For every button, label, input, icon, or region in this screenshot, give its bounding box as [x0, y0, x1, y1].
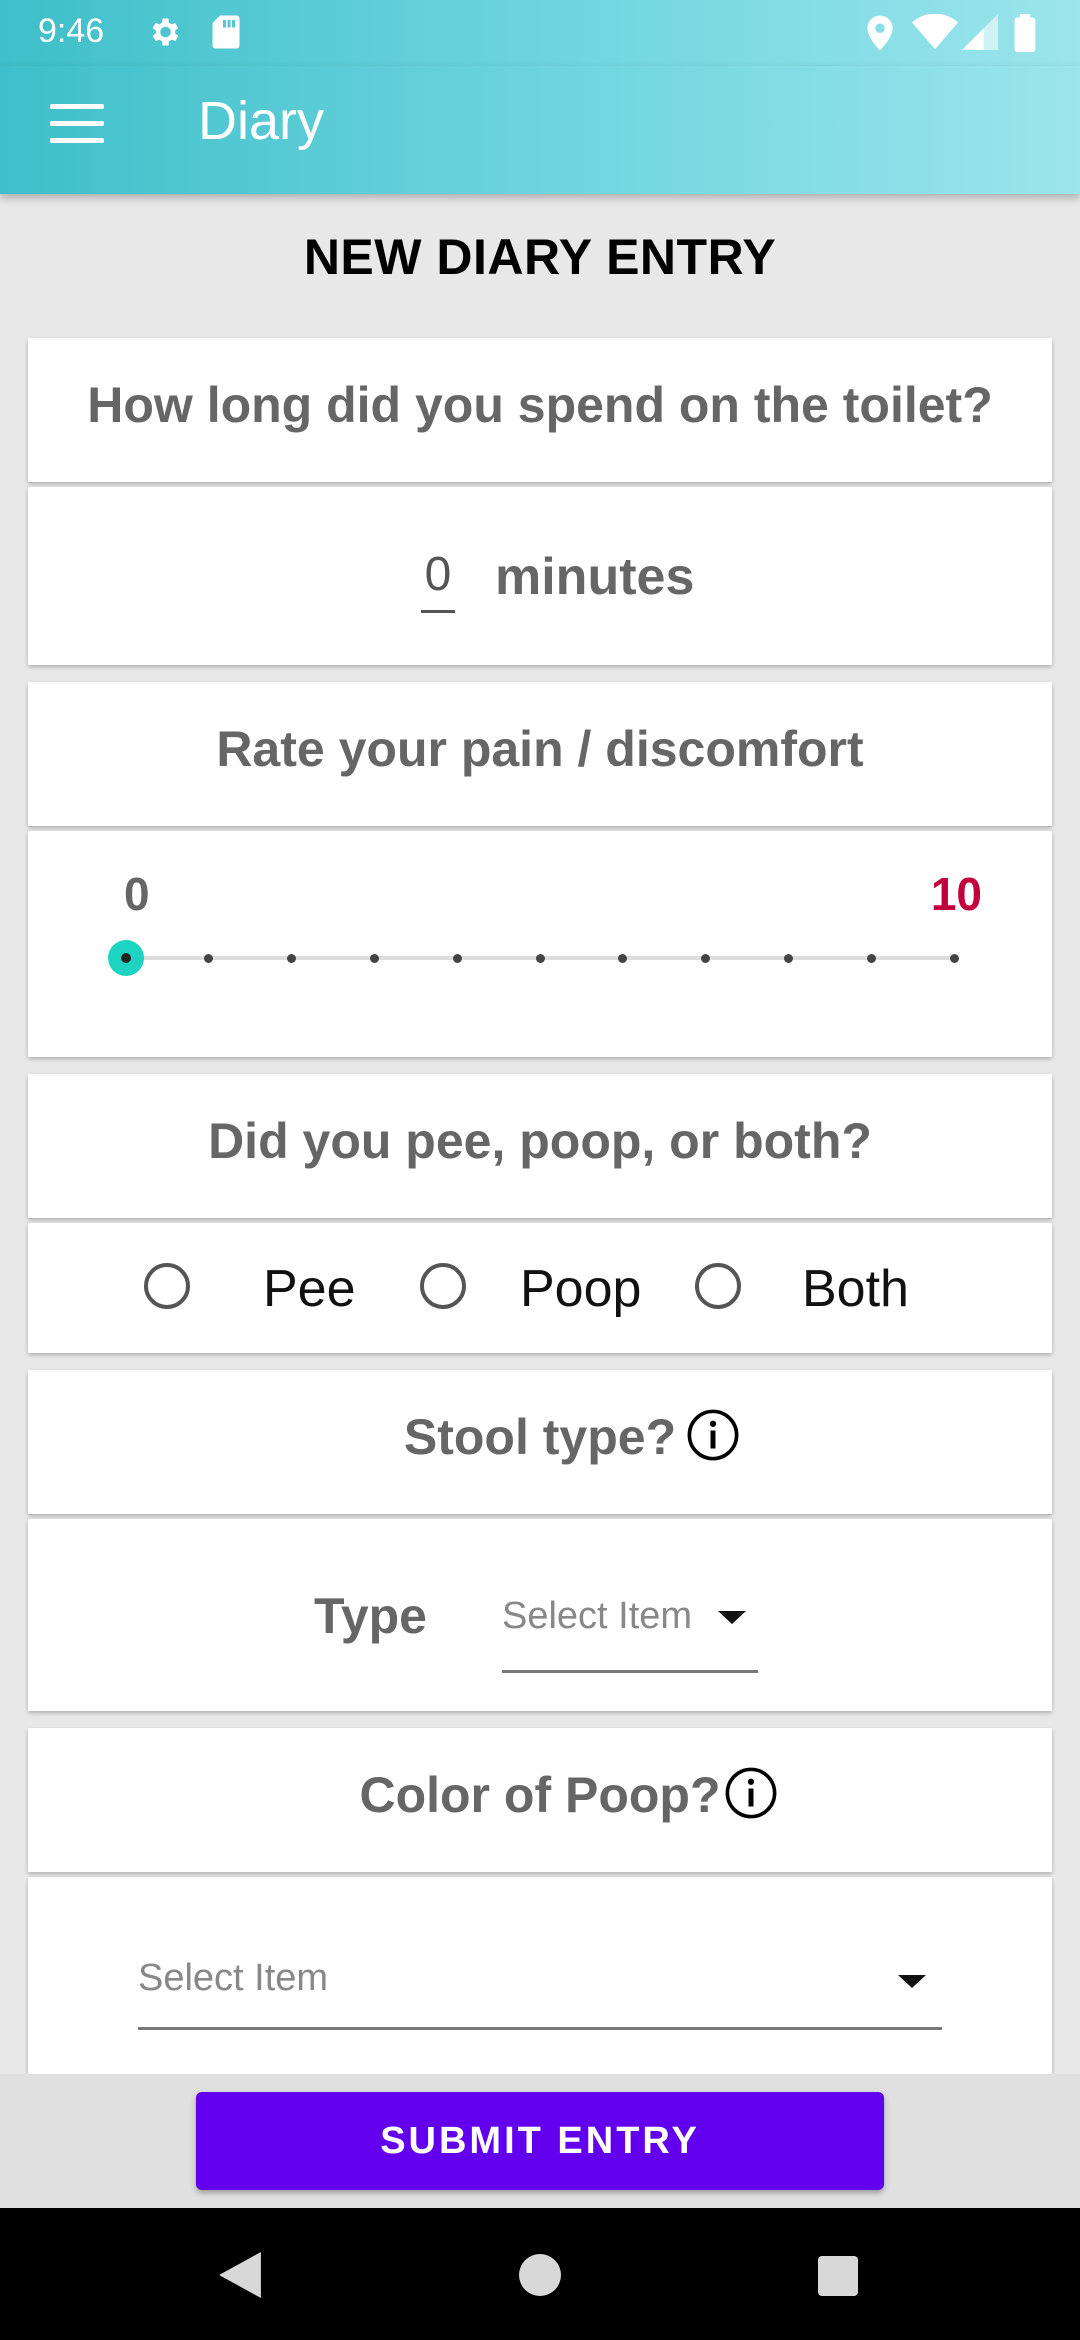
wifi-icon [912, 14, 958, 50]
elimination-question: Did you pee, poop, or both? [208, 1113, 872, 1169]
slider-tick [452, 953, 462, 963]
info-icon[interactable] [724, 1766, 778, 1820]
poop-color-select-card: Select Item [28, 1877, 1052, 2074]
stool-type-question-card: Stool type? [28, 1370, 1052, 1514]
poop-color-dropdown[interactable]: Select Item [138, 1927, 942, 2033]
location-icon [867, 15, 893, 51]
pain-scale-max-label: 10 [930, 868, 982, 920]
radio-label-both[interactable]: Both [802, 1259, 909, 1319]
home-icon[interactable] [519, 2254, 561, 2296]
slider-tick [618, 953, 628, 963]
page-title: NEW DIARY ENTRY [303, 229, 777, 285]
status-time: 9:46 [38, 12, 105, 50]
pain-slider-card: 0 10 [28, 831, 1052, 1057]
slider-tick [701, 953, 711, 963]
minutes-input[interactable]: 0 [421, 547, 455, 613]
dropdown-underline [502, 1670, 758, 1673]
duration-question-card: How long did you spend on the toilet? [28, 338, 1052, 482]
battery-icon [1014, 14, 1036, 52]
sd-card-icon [212, 15, 240, 49]
minutes-unit-label: minutes [495, 548, 695, 606]
signal-icon [962, 14, 998, 50]
pain-question: Rate your pain / discomfort [216, 721, 864, 777]
status-bar: 9:46 [0, 0, 1080, 66]
settings-icon [152, 18, 179, 46]
hamburger-menu-icon[interactable] [50, 104, 104, 144]
chevron-down-icon [898, 1975, 926, 1988]
pain-slider[interactable] [28, 931, 1052, 991]
back-icon[interactable] [218, 2252, 262, 2298]
chevron-down-icon [718, 1611, 746, 1624]
poop-color-select-placeholder: Select Item [138, 1957, 329, 1999]
submit-entry-button[interactable]: SUBMIT ENTRY [196, 2092, 884, 2190]
slider-tick [535, 953, 545, 963]
pain-question-card: Rate your pain / discomfort [28, 682, 1052, 826]
app-bar: Diary [0, 66, 1080, 194]
radio-label-poop[interactable]: Poop [520, 1259, 641, 1319]
slider-thumb[interactable] [108, 940, 144, 976]
dropdown-underline [138, 2027, 942, 2030]
stool-type-field-label: Type [314, 1588, 427, 1644]
elimination-question-card: Did you pee, poop, or both? [28, 1074, 1052, 1218]
poop-color-question: Color of Poop? [359, 1767, 721, 1823]
radio-button-poop[interactable] [420, 1263, 466, 1309]
slider-tick [204, 953, 214, 963]
radio-button-both[interactable] [695, 1263, 741, 1309]
slider-tick [783, 953, 793, 963]
submit-area: SUBMIT ENTRY [0, 2074, 1080, 2208]
app-title: Diary [198, 91, 325, 151]
slider-tick [949, 953, 959, 963]
pain-scale-min-label: 0 [124, 868, 150, 920]
stool-type-question: Stool type? [403, 1409, 677, 1465]
stool-type-dropdown[interactable]: Select Item [502, 1569, 758, 1675]
slider-tick [287, 953, 297, 963]
radio-button-pee[interactable] [144, 1263, 190, 1309]
system-nav-bar [0, 2208, 1080, 2340]
stool-type-select-card: Type Select Item [28, 1519, 1052, 1711]
duration-question: How long did you spend on the toilet? [87, 377, 993, 433]
stool-type-select-placeholder: Select Item [502, 1595, 693, 1637]
duration-input-card: 0 minutes [28, 487, 1052, 665]
elimination-options-card: Pee Poop Both [28, 1223, 1052, 1353]
recents-icon[interactable] [818, 2256, 858, 2296]
slider-tick [369, 953, 379, 963]
slider-tick [866, 953, 876, 963]
poop-color-question-card: Color of Poop? [28, 1728, 1052, 1872]
radio-label-pee[interactable]: Pee [263, 1259, 356, 1319]
info-icon[interactable] [686, 1408, 740, 1462]
